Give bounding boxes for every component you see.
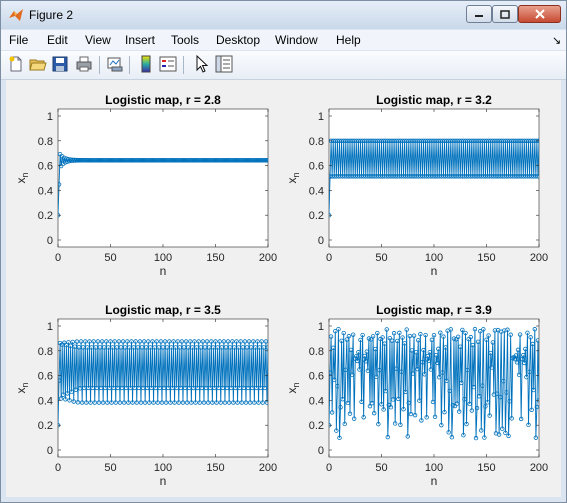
x-tick-label: 50 bbox=[104, 462, 116, 474]
y-tick-label: 0.2 bbox=[309, 420, 324, 432]
legend-icon[interactable] bbox=[159, 55, 177, 73]
menu-view[interactable]: View bbox=[85, 33, 111, 47]
y-axis-label: xn bbox=[285, 172, 301, 183]
x-tick-label: 200 bbox=[259, 462, 277, 474]
y-tick-label: 1 bbox=[47, 111, 53, 123]
open-file-icon[interactable] bbox=[29, 55, 47, 73]
dock-arrow-icon[interactable]: ↘ bbox=[552, 34, 561, 47]
x-tick-label: 0 bbox=[326, 462, 332, 474]
menu-file[interactable]: File bbox=[9, 33, 28, 47]
menu-bar: File Edit View Insert Tools Desktop Wind… bbox=[1, 30, 566, 50]
x-tick-label: 150 bbox=[477, 462, 495, 474]
y-tick-label: 0.2 bbox=[38, 420, 53, 432]
x-tick-label: 50 bbox=[375, 252, 387, 264]
minimize-icon bbox=[475, 15, 483, 17]
menu-help[interactable]: Help bbox=[336, 33, 361, 47]
subplot-title: Logistic map, r = 2.8 bbox=[105, 93, 221, 107]
save-icon[interactable] bbox=[51, 55, 69, 73]
x-tick-label: 0 bbox=[326, 252, 332, 264]
y-tick-label: 0 bbox=[47, 445, 53, 457]
toolbar-separator bbox=[99, 56, 100, 74]
x-tick-label: 100 bbox=[425, 252, 443, 264]
x-axis-label: n bbox=[431, 264, 438, 278]
maximize-button[interactable] bbox=[492, 5, 518, 23]
y-tick-label: 0 bbox=[47, 235, 53, 247]
minimize-button[interactable] bbox=[466, 5, 492, 23]
x-tick-label: 200 bbox=[259, 252, 277, 264]
maximize-icon bbox=[500, 9, 510, 19]
menu-tools[interactable]: Tools bbox=[171, 33, 199, 47]
y-axis-label-subscript: n bbox=[20, 382, 30, 387]
x-tick-label: 100 bbox=[154, 252, 172, 264]
y-tick-label: 1 bbox=[47, 321, 53, 333]
axes-box bbox=[57, 108, 269, 248]
y-tick-label: 0.8 bbox=[38, 346, 53, 358]
y-tick-label: 0.8 bbox=[309, 136, 324, 148]
x-tick-label: 150 bbox=[206, 462, 224, 474]
matlab-logo-icon bbox=[9, 9, 23, 21]
subplot-2: 0 50 100 150 200 0 0.2 0.4 0.6 0.8 1 Logistic map, … bbox=[285, 93, 548, 278]
subplot-3: 0 50 100 150 200 0 0.2 0.4 0.6 0.8 1 Logistic map, … bbox=[14, 303, 277, 488]
y-tick-label: 1 bbox=[318, 111, 324, 123]
y-tick-label: 0.4 bbox=[38, 395, 53, 407]
menu-window[interactable]: Window bbox=[275, 33, 318, 47]
pointer-icon[interactable] bbox=[193, 55, 211, 73]
link-plot-icon[interactable] bbox=[106, 55, 124, 73]
colorbar-icon[interactable] bbox=[137, 55, 155, 73]
y-tick-label: 0.6 bbox=[309, 371, 324, 383]
menu-insert[interactable]: Insert bbox=[125, 33, 155, 47]
x-tick-label: 50 bbox=[375, 462, 387, 474]
print-icon[interactable] bbox=[75, 55, 93, 73]
property-inspector-icon[interactable] bbox=[215, 55, 233, 73]
x-tick-label: 100 bbox=[154, 462, 172, 474]
x-tick-label: 50 bbox=[104, 252, 116, 264]
x-tick-label: 200 bbox=[530, 462, 548, 474]
y-tick-label: 0.2 bbox=[38, 210, 53, 222]
y-tick-label: 0.6 bbox=[38, 161, 53, 173]
y-tick-label: 0.8 bbox=[38, 136, 53, 148]
figure-canvas[interactable]: 0 50 100 150 20000.20.40.60.81Logistic map, … bbox=[6, 80, 561, 497]
y-tick-label: 0.4 bbox=[38, 185, 53, 197]
y-tick-label: 0 bbox=[318, 445, 324, 457]
new-figure-icon[interactable] bbox=[7, 55, 25, 73]
close-icon bbox=[534, 9, 545, 19]
subplot-title: Logistic map, r = 3.5 bbox=[105, 303, 221, 317]
y-axis-label: xn bbox=[14, 172, 30, 183]
window-title: Figure 2 bbox=[29, 8, 74, 22]
y-axis-label-subscript: n bbox=[291, 382, 301, 387]
x-tick-label: 200 bbox=[530, 252, 548, 264]
subplot-title: Logistic map, r = 3.9 bbox=[376, 303, 492, 317]
y-axis-label-subscript: n bbox=[291, 172, 301, 177]
x-tick-label: 150 bbox=[477, 252, 495, 264]
y-tick-label: 0 bbox=[318, 235, 324, 247]
y-tick-label: 0.6 bbox=[38, 371, 53, 383]
x-tick-label: 0 bbox=[55, 462, 61, 474]
y-tick-label: 0.4 bbox=[309, 395, 324, 407]
toolbar-separator bbox=[129, 56, 130, 74]
y-tick-label: 0.2 bbox=[309, 210, 324, 222]
subplot-1: 0 50 100 150 200 0 0.2 0.4 0.6 0.8 1 Logistic map, … bbox=[14, 93, 277, 278]
menu-edit[interactable]: Edit bbox=[47, 33, 68, 47]
y-axis-label: xn bbox=[14, 382, 30, 393]
toolbar-separator bbox=[183, 56, 184, 74]
y-axis-label: xn bbox=[285, 382, 301, 393]
x-tick-label: 100 bbox=[425, 462, 443, 474]
y-tick-label: 0.6 bbox=[309, 161, 324, 173]
figure-window: Figure 2 File Edit View Insert Tools Des… bbox=[0, 0, 567, 503]
x-axis-label: n bbox=[160, 264, 167, 278]
title-bar[interactable]: Figure 2 bbox=[1, 1, 566, 29]
x-axis-label: n bbox=[431, 474, 438, 488]
menu-desktop[interactable]: Desktop bbox=[216, 33, 260, 47]
y-tick-label: 0.4 bbox=[309, 185, 324, 197]
x-axis-label: n bbox=[160, 474, 167, 488]
y-tick-label: 1 bbox=[318, 321, 324, 333]
x-tick-label: 0 bbox=[55, 252, 61, 264]
y-axis-label-subscript: n bbox=[20, 172, 30, 177]
subplot-title: Logistic map, r = 3.2 bbox=[376, 93, 492, 107]
x-tick-label: 150 bbox=[206, 252, 224, 264]
subplot-4: 0 50 100 150 200 0 0.2 0.4 0.6 0.8 1 Logistic map, … bbox=[285, 303, 548, 488]
close-button[interactable] bbox=[518, 5, 561, 23]
y-tick-label: 0.8 bbox=[309, 346, 324, 358]
